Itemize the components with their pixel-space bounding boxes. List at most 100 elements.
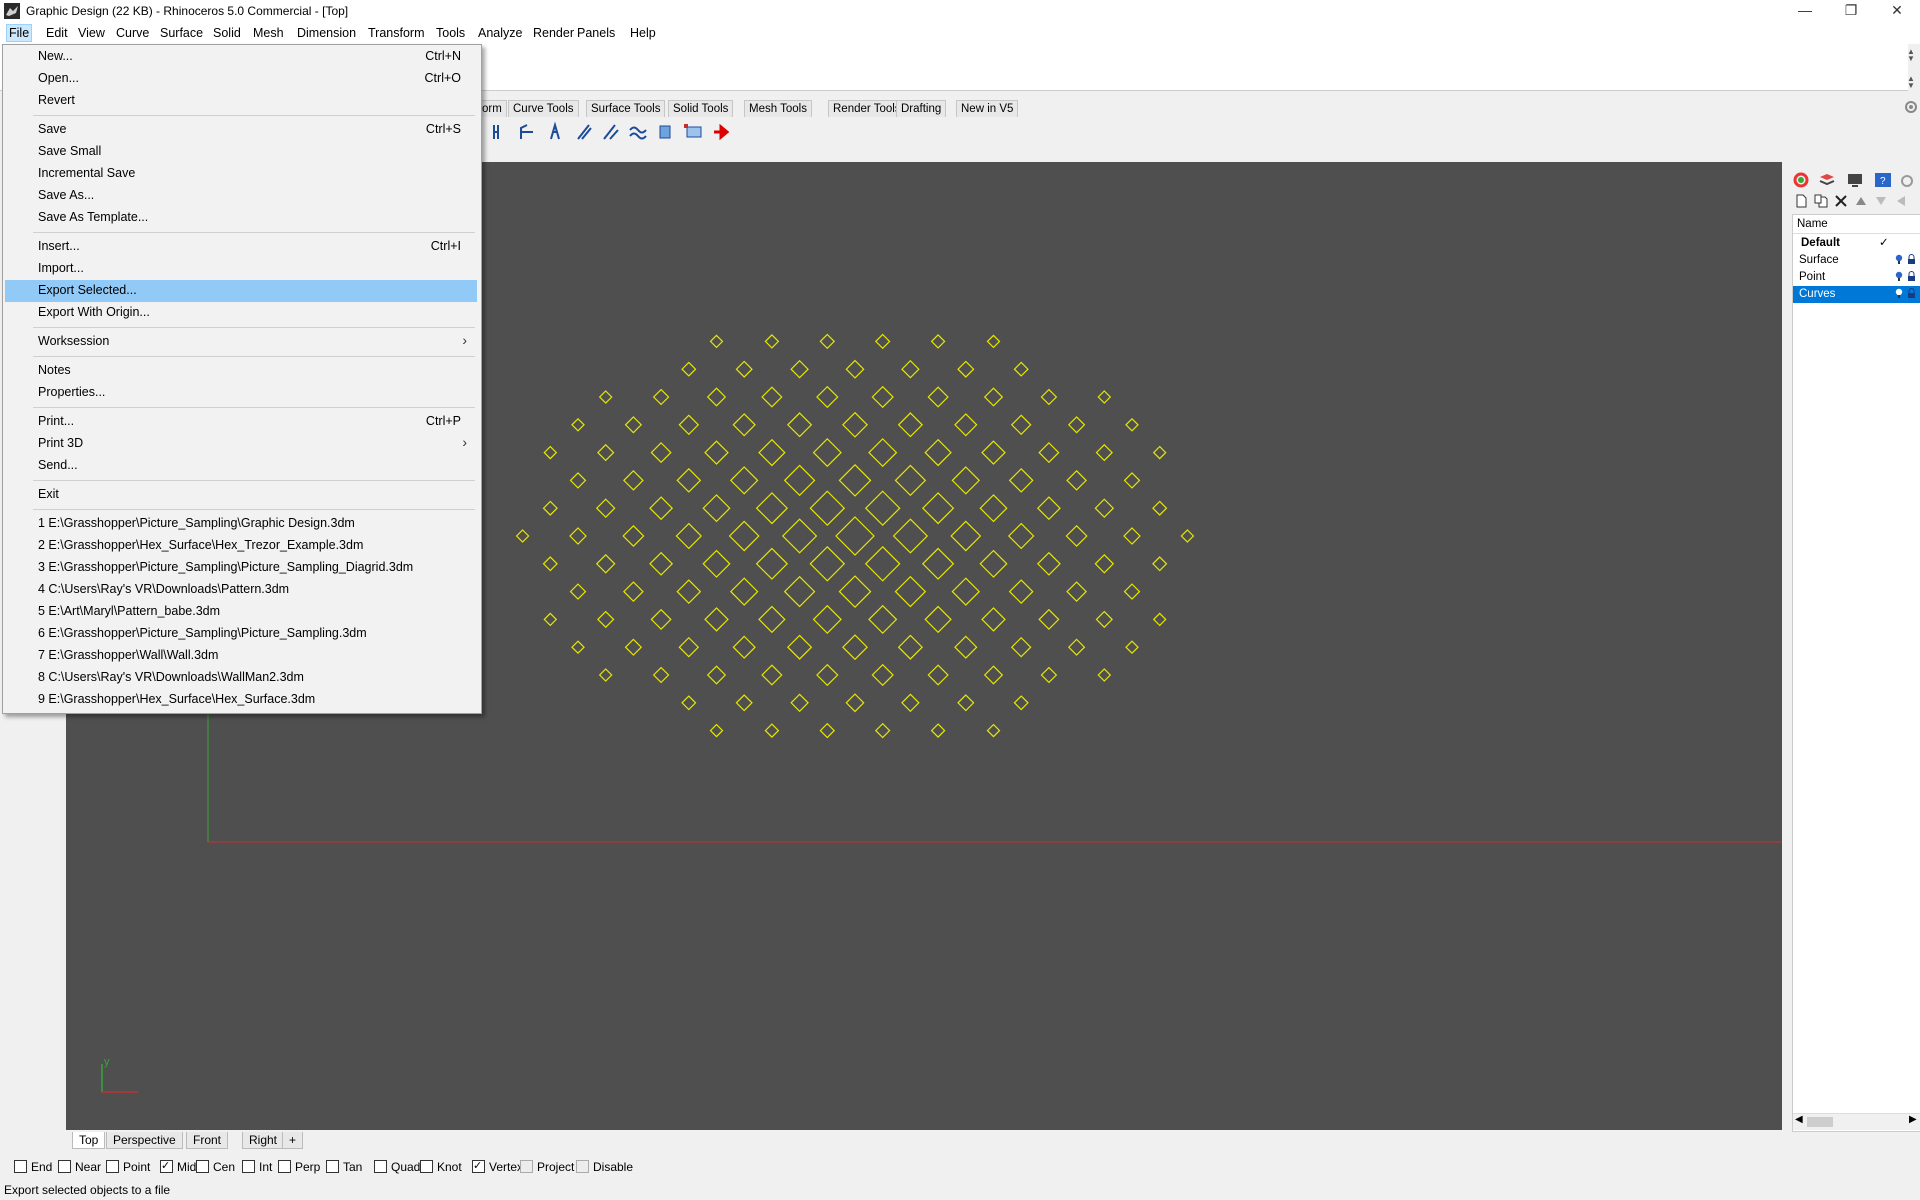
diamond-curve[interactable] — [951, 577, 981, 606]
diamond-curve[interactable] — [764, 334, 780, 349]
diamond-curve[interactable] — [728, 520, 760, 552]
tool-icon-1[interactable] — [490, 122, 510, 142]
diamond-curve[interactable] — [979, 549, 1008, 578]
tool-icon-8[interactable] — [684, 122, 704, 142]
file-menu-item-insert[interactable]: Insert... Ctrl+I — [5, 236, 477, 258]
layer-row-surface[interactable]: Surface — [1793, 252, 1920, 269]
view-tab-right[interactable]: Right — [242, 1132, 285, 1149]
toolbar-tab-surface-tools[interactable]: Surface Tools — [586, 100, 666, 117]
diamond-curve[interactable] — [930, 334, 946, 349]
file-menu-item-5-e-art-maryl-pattern-babe-3dm[interactable]: 5 E:\Art\Maryl\Pattern_babe.3dm — [5, 601, 477, 623]
diamond-curve[interactable] — [678, 414, 700, 436]
tool-icon-6[interactable] — [628, 122, 648, 142]
light-bulb-icon[interactable] — [1895, 254, 1903, 265]
diamond-curve[interactable] — [675, 522, 703, 550]
diamond-curve[interactable] — [838, 463, 872, 497]
diamond-curve[interactable] — [652, 666, 670, 684]
diamond-curve[interactable] — [681, 361, 697, 377]
osnap-tan[interactable]: Tan — [326, 1159, 362, 1175]
file-menu-item-4-c-users-ray-s-vr-downloads-pattern-3dm[interactable]: 4 C:\Users\Ray's VR\Downloads\Pattern.3d… — [5, 579, 477, 601]
minimize-button[interactable]: — — [1782, 0, 1828, 22]
view-tab-top[interactable]: Top — [72, 1132, 106, 1149]
diamond-curve[interactable] — [979, 494, 1008, 523]
file-menu-item-6-e-grasshopper-picture-sampling-picture-sampling-3dm[interactable]: 6 E:\Grasshopper\Picture_Sampling\Pictur… — [5, 623, 477, 645]
diamond-curve[interactable] — [901, 693, 920, 713]
layers-icon[interactable] — [1818, 172, 1836, 188]
diamond-curve[interactable] — [1152, 500, 1168, 516]
file-menu-item-7-e-grasshopper-wall-wall-3dm[interactable]: 7 E:\Grasshopper\Wall\Wall.3dm — [5, 645, 477, 667]
file-menu-item-open[interactable]: Open... Ctrl+O — [5, 68, 477, 90]
layers-list[interactable]: Name Default ✓ Surface Point Curves ◀ ▶ — [1792, 214, 1920, 1132]
diamond-curve[interactable] — [930, 723, 946, 738]
diamond-curve[interactable] — [921, 547, 955, 580]
file-menu-item-print-3d[interactable]: Print 3D › — [5, 433, 477, 455]
osnap-perp[interactable]: Perp — [278, 1159, 320, 1175]
lock-icon[interactable] — [1907, 271, 1916, 282]
menu-panels[interactable]: Panels — [575, 25, 617, 41]
diamond-curve[interactable] — [1123, 527, 1141, 545]
menu-solid[interactable]: Solid — [211, 25, 243, 41]
diamond-curve[interactable] — [598, 668, 613, 682]
diamond-curve[interactable] — [569, 583, 587, 600]
osnap-quad[interactable]: Quad — [374, 1159, 420, 1175]
diamond-curve[interactable] — [897, 412, 924, 438]
diamond-curve[interactable] — [1125, 417, 1139, 432]
osnap-checkbox[interactable] — [160, 1158, 173, 1174]
diamond-curve[interactable] — [864, 545, 901, 582]
diamond-curve[interactable] — [569, 472, 587, 489]
view-tab-front[interactable]: Front — [186, 1132, 229, 1149]
diamond-curve[interactable] — [515, 529, 530, 543]
diamond-curve[interactable] — [1094, 498, 1115, 518]
diamond-curve[interactable] — [1008, 579, 1034, 604]
diamond-curve[interactable] — [986, 723, 1001, 738]
diamond-curve[interactable] — [704, 440, 729, 465]
file-menu-item-incremental-save[interactable]: Incremental Save — [5, 163, 477, 185]
diamond-curve[interactable] — [1007, 522, 1035, 550]
diamond-curve[interactable] — [951, 466, 981, 495]
diamond-curve[interactable] — [571, 417, 585, 432]
diamond-curve[interactable] — [957, 694, 975, 712]
diamond-curve[interactable] — [1123, 472, 1141, 489]
diamond-curve[interactable] — [755, 547, 789, 580]
scroll-left-icon[interactable]: ◀ — [1795, 1114, 1803, 1125]
osnap-checkbox[interactable] — [520, 1160, 533, 1173]
osnap-disable[interactable]: Disable — [576, 1159, 633, 1175]
diamond-curve[interactable] — [1036, 551, 1061, 576]
diamond-curve[interactable] — [1152, 612, 1167, 627]
file-menu-item-worksession[interactable]: Worksession › — [5, 331, 477, 353]
new-layer-icon[interactable] — [1794, 194, 1808, 208]
diamond-curve[interactable] — [864, 490, 901, 527]
file-menu-item-import[interactable]: Import... — [5, 258, 477, 280]
osnap-checkbox[interactable] — [196, 1160, 209, 1173]
tool-icon-2[interactable] — [518, 122, 538, 142]
diamond-curve[interactable] — [595, 554, 616, 574]
osnap-checkbox[interactable] — [576, 1160, 589, 1173]
diamond-curve[interactable] — [983, 387, 1004, 407]
color-wheel-icon[interactable] — [1792, 172, 1810, 188]
layer-row-point[interactable]: Point — [1793, 269, 1920, 286]
diamond-curve[interactable] — [678, 636, 700, 658]
diamond-curve[interactable] — [1152, 445, 1167, 460]
file-menu-item-send[interactable]: Send... — [5, 455, 477, 477]
diamond-curve[interactable] — [597, 610, 615, 629]
diamond-curve[interactable] — [924, 605, 952, 634]
diamond-curve[interactable] — [758, 438, 786, 467]
spin-icon[interactable]: ▲ ▼ — [1905, 75, 1917, 90]
diamond-curve[interactable] — [676, 579, 702, 604]
diamond-curve[interactable] — [1038, 442, 1060, 464]
menu-mesh[interactable]: Mesh — [251, 25, 286, 41]
diamond-curve[interactable] — [874, 722, 891, 739]
diamond-curve[interactable] — [569, 527, 587, 545]
diamond-curve[interactable] — [1094, 554, 1115, 574]
menu-render[interactable]: Render — [531, 25, 576, 41]
diamond-curve[interactable] — [706, 387, 727, 407]
diamond-curve[interactable] — [1066, 470, 1087, 491]
menu-transform[interactable]: Transform — [366, 25, 427, 41]
file-menu-item-print[interactable]: Print... Ctrl+P — [5, 411, 477, 433]
diamond-curve[interactable] — [623, 581, 644, 602]
display-icon[interactable] — [1846, 172, 1864, 188]
osnap-checkbox[interactable] — [326, 1160, 339, 1173]
lock-icon[interactable] — [1907, 254, 1916, 265]
diamond-curve[interactable] — [1038, 608, 1060, 630]
file-menu-item-8-c-users-ray-s-vr-downloads-wallman2-3dm[interactable]: 8 C:\Users\Ray's VR\Downloads\WallMan2.3… — [5, 667, 477, 689]
